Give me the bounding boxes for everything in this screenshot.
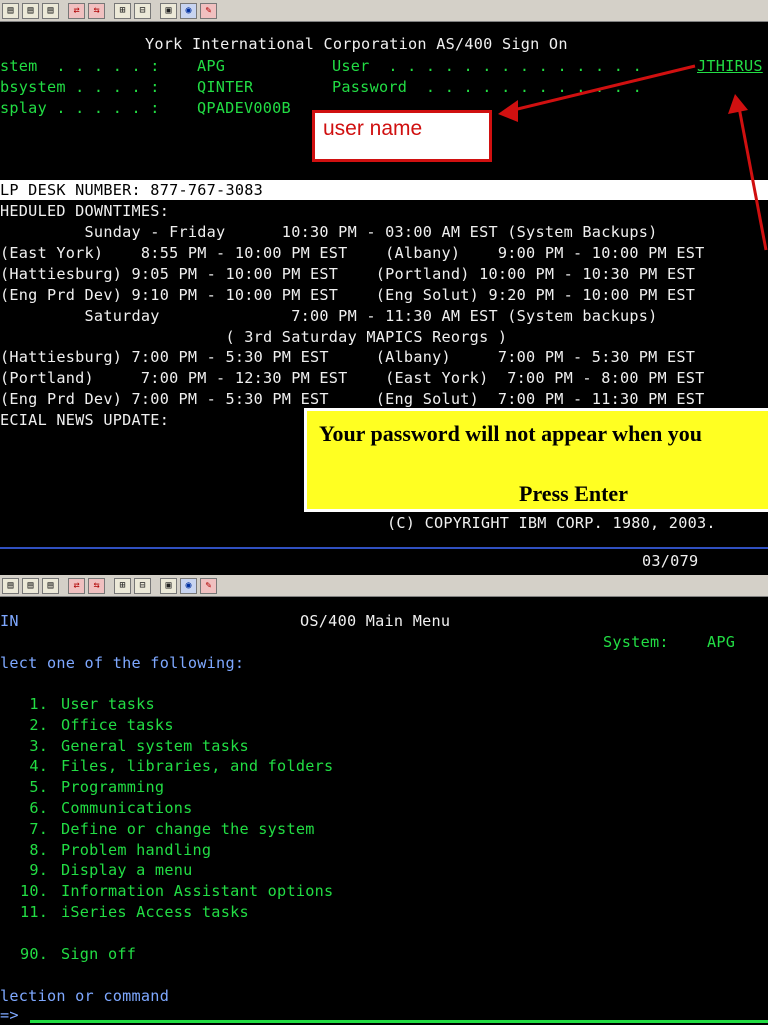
window-icon[interactable]: ▤ <box>22 2 39 19</box>
command-label: lection or command <box>0 987 170 1005</box>
menu-option-number: 5. <box>20 778 49 797</box>
menu-instruction: lect one of the following: <box>0 654 245 672</box>
system-value-menu: APG <box>707 633 736 651</box>
palette-icon[interactable]: ◉ <box>180 577 197 594</box>
print-icon[interactable]: ▣ <box>160 2 177 19</box>
main-menu-screen: IN OS/400 Main Menu System: APG lect one… <box>0 597 768 1024</box>
special-news-header: ECIAL NEWS UPDATE: <box>0 411 170 429</box>
password-note-text: Your password will not appear when you <box>319 421 703 446</box>
command-input[interactable] <box>30 1020 768 1023</box>
edit-icon[interactable]: ✎ <box>200 2 217 19</box>
system-value: APG <box>197 57 226 75</box>
signon-title: York International Corporation AS/400 Si… <box>145 35 568 53</box>
menu-option-number: 6. <box>20 799 49 817</box>
menu-option-number: 90. <box>20 945 49 963</box>
menu-option-number: 8. <box>20 840 49 859</box>
menu-option[interactable]: Define or change the system <box>61 819 315 839</box>
menu-option[interactable]: Display a menu <box>61 860 193 880</box>
menu-option-number: 10. <box>20 882 49 901</box>
window-icon[interactable]: ▤ <box>42 2 59 19</box>
menu-option-number: 1. <box>20 695 49 713</box>
menu-option[interactable]: Programming <box>61 777 164 797</box>
subsystem-label: bsystem . . . . : <box>0 78 160 96</box>
scheduled-downtimes-header: HEDULED DOWNTIMES: <box>0 202 170 220</box>
schedule-line: (Eng Prd Dev) 9:10 PM - 10:00 PM EST (En… <box>0 285 696 304</box>
send-icon[interactable]: ⇄ <box>68 2 85 19</box>
record-icon[interactable]: ⊟ <box>134 577 151 594</box>
schedule-line: (Portland) 7:00 PM - 12:30 PM EST (East … <box>0 369 705 388</box>
menu-option-number: 7. <box>20 819 49 838</box>
system-label-menu: System: <box>603 633 669 651</box>
macro-icon[interactable]: ⊞ <box>114 2 131 19</box>
menu-option[interactable]: Problem handling <box>61 840 211 860</box>
menu-option-number: 9. <box>20 861 49 880</box>
schedule-line: (Hattiesburg) 7:00 PM - 5:30 PM EST (Alb… <box>0 348 696 367</box>
schedule-line: (Hattiesburg) 9:05 PM - 10:00 PM EST (Po… <box>0 264 696 283</box>
top-toolbar: ▤ ▤ ▤ ⇄ ⇆ ⊞ ⊟ ▣ ◉ ✎ <box>0 0 768 22</box>
menu-option[interactable]: Communications <box>61 798 193 818</box>
command-prompt: => <box>0 1006 19 1024</box>
password-label: Password . . . . . . . . . . . . <box>332 78 642 96</box>
cursor-position: 03/079 <box>642 552 699 570</box>
menu-option[interactable]: Files, libraries, and folders <box>61 756 333 776</box>
schedule-line: Saturday 7:00 PM - 11:30 AM EST (System … <box>0 306 658 325</box>
receive-icon[interactable]: ⇆ <box>88 577 105 594</box>
menu-option[interactable]: Information Assistant options <box>61 881 333 901</box>
schedule-line: (Eng Prd Dev) 7:00 PM - 5:30 PM EST (Eng… <box>0 390 705 409</box>
menu-title: OS/400 Main Menu <box>300 612 451 630</box>
window-icon[interactable]: ▤ <box>22 577 39 594</box>
menu-option[interactable]: General system tasks <box>61 736 249 756</box>
edit-icon[interactable]: ✎ <box>200 577 217 594</box>
menu-option-number: 3. <box>20 736 49 755</box>
display-value: QPADEV000B <box>197 99 291 117</box>
receive-icon[interactable]: ⇆ <box>88 2 105 19</box>
copyright: (C) COPYRIGHT IBM CORP. 1980, 2003. <box>387 514 716 532</box>
schedule-line: (East York) 8:55 PM - 10:00 PM EST (Alba… <box>0 243 705 262</box>
bottom-toolbar: ▤ ▤ ▤ ⇄ ⇆ ⊞ ⊟ ▣ ◉ ✎ <box>0 575 768 597</box>
print-icon[interactable]: ▣ <box>160 577 177 594</box>
menu-option-number: 2. <box>20 715 49 734</box>
menu-id: IN <box>0 612 19 630</box>
password-note-callout: Your password will not appear when you P… <box>304 408 768 512</box>
display-label: splay . . . . . : <box>0 99 160 117</box>
press-enter-text: Press Enter <box>519 481 628 506</box>
menu-option-number: 11. <box>20 903 49 921</box>
menu-option-number: 4. <box>20 757 49 776</box>
window-icon[interactable]: ▤ <box>2 577 19 594</box>
window-icon[interactable]: ▤ <box>2 2 19 19</box>
send-icon[interactable]: ⇄ <box>68 577 85 594</box>
username-callout-text: user name <box>323 117 423 140</box>
subsystem-value: QINTER <box>197 78 254 96</box>
palette-icon[interactable]: ◉ <box>180 2 197 19</box>
user-input[interactable]: JTHIRUS <box>697 56 763 76</box>
window-icon[interactable]: ▤ <box>42 577 59 594</box>
schedule-line: ( 3rd Saturday MAPICS Reorgs ) <box>0 327 508 346</box>
macro-icon[interactable]: ⊞ <box>114 577 131 594</box>
system-label: stem . . . . . : <box>0 57 160 75</box>
help-desk-banner: LP DESK NUMBER: 877-767-3083 <box>0 180 768 200</box>
menu-option[interactable]: iSeries Access tasks <box>61 902 249 922</box>
menu-option[interactable]: Office tasks <box>61 715 174 735</box>
menu-option-signoff[interactable]: Sign off <box>61 944 136 964</box>
username-callout: user name <box>312 110 492 162</box>
schedule-line: Sunday - Friday 10:30 PM - 03:00 AM EST … <box>0 223 658 241</box>
menu-option[interactable]: User tasks <box>61 694 155 714</box>
record-icon[interactable]: ⊟ <box>134 2 151 19</box>
status-divider <box>0 547 768 549</box>
user-label: User . . . . . . . . . . . . . . <box>332 57 642 75</box>
